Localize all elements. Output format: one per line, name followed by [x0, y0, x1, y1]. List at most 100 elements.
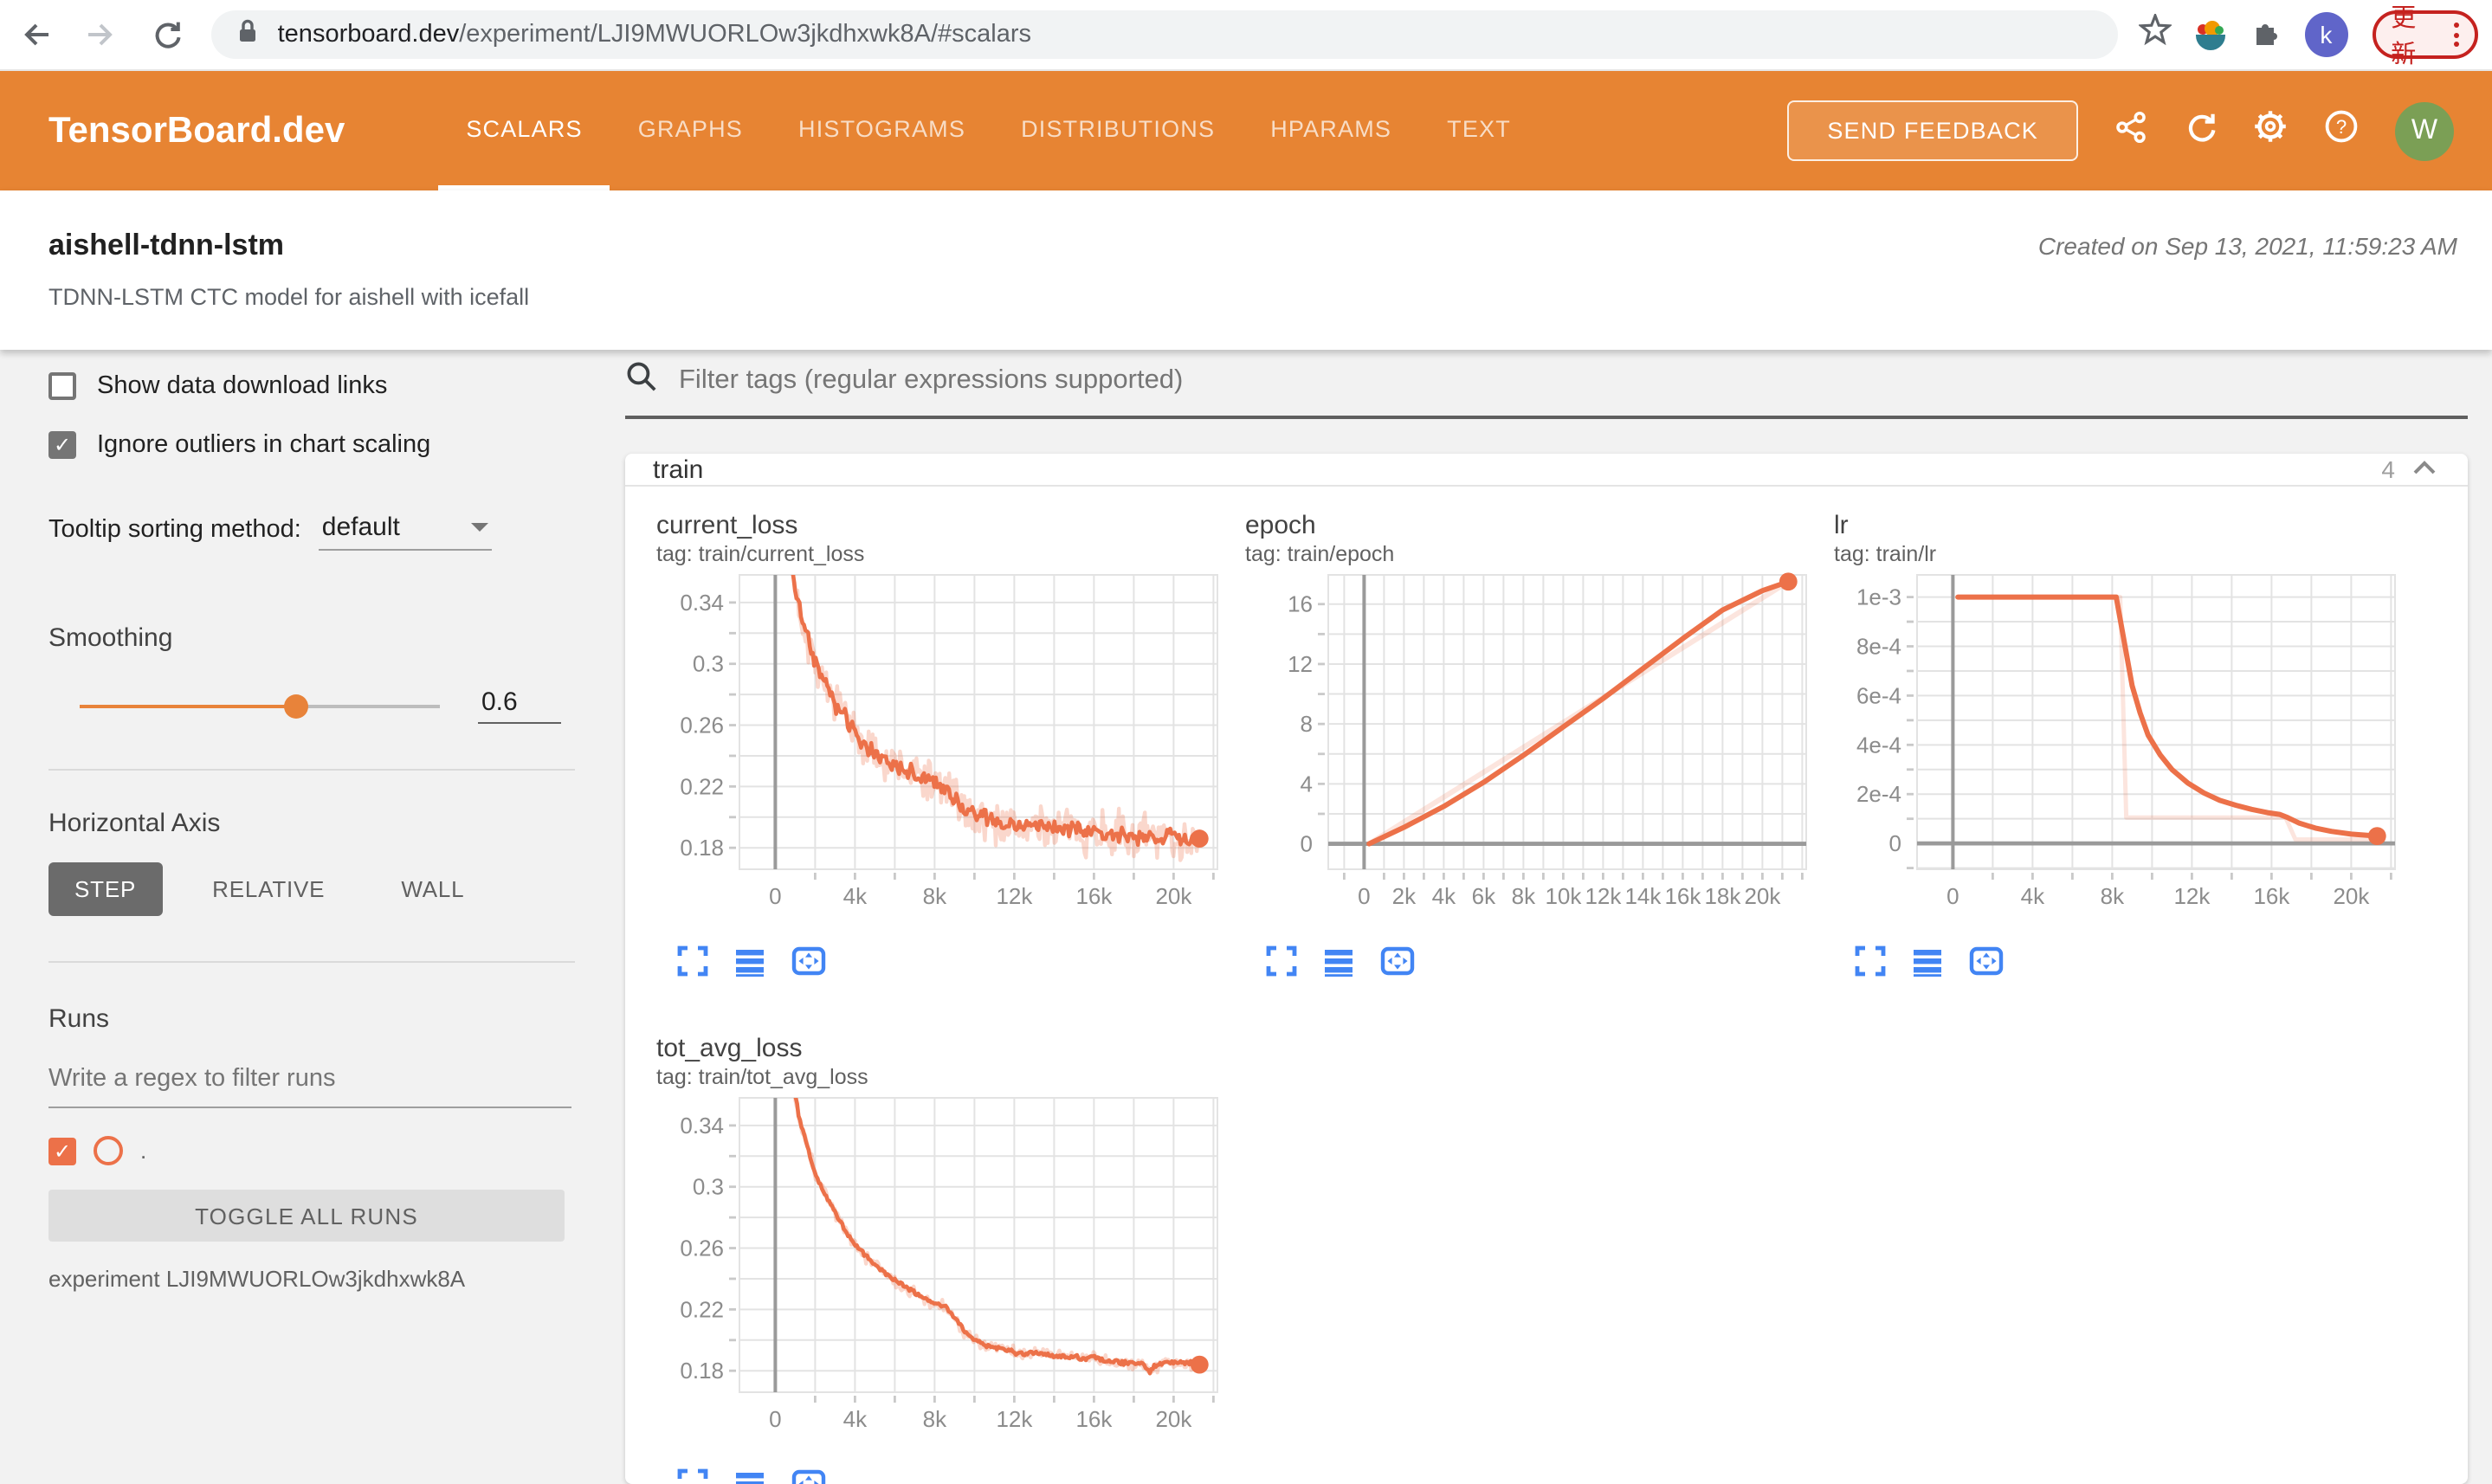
- browser-menu-icon[interactable]: [2453, 23, 2459, 47]
- data-download-icon[interactable]: [1912, 945, 1943, 985]
- chart-plot-epoch[interactable]: 0 2k 4k 6k 8k 10k 12k 14k 16k 18k 20k 0 4 8 12 16: [1245, 568, 1817, 932]
- tab-scalars[interactable]: SCALARS: [438, 71, 610, 190]
- charts-grid: current_loss tag: train/current_loss 0 4k 8k…: [625, 487, 2468, 1484]
- fit-domain-icon[interactable]: [1380, 945, 1415, 985]
- svg-text:18k: 18k: [1704, 883, 1741, 909]
- svg-text:20k: 20k: [1155, 1406, 1192, 1432]
- extension-fruitbowl-icon[interactable]: [2196, 20, 2226, 49]
- smoothing-slider[interactable]: [80, 694, 440, 718]
- page: tensorboard.dev/experiment/LJI9MWUORLOw3…: [0, 0, 2492, 1484]
- fullscreen-icon[interactable]: [1266, 945, 1297, 985]
- update-label: 更新: [2391, 5, 2417, 69]
- send-feedback-button[interactable]: SEND FEEDBACK: [1787, 100, 2078, 161]
- data-download-icon[interactable]: [1323, 945, 1354, 985]
- tab-graphs[interactable]: GRAPHS: [610, 71, 771, 190]
- svg-text:1e-3: 1e-3: [1856, 584, 1901, 610]
- show-download-links-label: Show data download links: [97, 372, 388, 400]
- tooltip-sorting-label: Tooltip sorting method:: [48, 516, 301, 544]
- group-name: train: [653, 455, 704, 484]
- svg-text:4k: 4k: [843, 883, 868, 909]
- forward-icon[interactable]: [72, 5, 130, 64]
- tab-histograms[interactable]: HISTOGRAMS: [771, 71, 993, 190]
- address-bar[interactable]: tensorboard.dev/experiment/LJI9MWUORLOw3…: [211, 10, 2119, 59]
- reload-icon[interactable]: [137, 5, 195, 64]
- svg-text:16k: 16k: [1075, 883, 1113, 909]
- run-name: .: [140, 1138, 147, 1164]
- app-header: TensorBoard.dev SCALARS GRAPHS HISTOGRAMS D…: [0, 71, 2492, 190]
- ignore-outliers-row[interactable]: ✓ Ignore outliers in chart scaling: [48, 423, 623, 468]
- horizontal-axis-buttons: STEP RELATIVE WALL: [48, 862, 623, 916]
- fit-domain-icon[interactable]: [1969, 945, 2004, 985]
- chart-toolbar: [677, 945, 1245, 985]
- toggle-all-runs-button[interactable]: TOGGLE ALL RUNS: [48, 1190, 565, 1242]
- share-icon[interactable]: [2114, 110, 2147, 152]
- svg-text:0: 0: [1889, 830, 1901, 856]
- help-icon[interactable]: ?: [2324, 109, 2359, 152]
- fullscreen-icon[interactable]: [677, 945, 708, 985]
- svg-text:0.26: 0.26: [680, 713, 724, 739]
- data-download-icon[interactable]: [734, 1468, 765, 1484]
- svg-text:6e-4: 6e-4: [1856, 682, 1901, 708]
- browser-update-button[interactable]: 更新: [2372, 5, 2478, 69]
- slider-thumb[interactable]: [283, 694, 308, 718]
- chart-toolbar: [677, 1468, 1245, 1484]
- fullscreen-icon[interactable]: [677, 1468, 708, 1484]
- tab-text[interactable]: TEXT: [1419, 71, 1539, 190]
- tag-filter-row: [625, 360, 2468, 419]
- chart-title: tot_avg_loss: [656, 1034, 803, 1063]
- ignore-outliers-checkbox[interactable]: ✓: [48, 431, 76, 459]
- svg-text:14k: 14k: [1624, 883, 1662, 909]
- fit-domain-icon[interactable]: [791, 1468, 826, 1484]
- svg-text:0: 0: [769, 883, 781, 909]
- svg-text:8k: 8k: [1512, 883, 1536, 909]
- axis-button-step[interactable]: STEP: [48, 862, 163, 916]
- axis-button-wall[interactable]: WALL: [375, 862, 490, 916]
- svg-text:0.22: 0.22: [680, 773, 724, 799]
- svg-text:0.22: 0.22: [680, 1296, 724, 1322]
- back-icon[interactable]: [7, 5, 65, 64]
- collapse-chevron-icon[interactable]: [2412, 454, 2437, 485]
- fit-domain-icon[interactable]: [791, 945, 826, 985]
- chart-plot-lr[interactable]: 0 4k 8k 12k 16k 20k 0 2e-4 4e-4 6e-4 8e-4 1e-3: [1834, 568, 2405, 932]
- chevron-down-icon: [470, 523, 488, 532]
- bookmark-star-icon[interactable]: [2138, 11, 2174, 55]
- show-download-links-checkbox[interactable]: [48, 372, 76, 400]
- tooltip-sorting-select[interactable]: default: [318, 513, 492, 551]
- smoothing-value-input[interactable]: [478, 687, 561, 724]
- chart-plot-current_loss[interactable]: 0 4k 8k 12k 16k 20k 0.18 0.22 0.26 0.3 0.34: [656, 568, 1228, 932]
- svg-text:16k: 16k: [1664, 883, 1701, 909]
- run-row[interactable]: ✓ .: [48, 1136, 623, 1165]
- tab-distributions[interactable]: DISTRIBUTIONS: [993, 71, 1243, 190]
- svg-text:20k: 20k: [1155, 883, 1192, 909]
- chart-plot-tot_avg_loss[interactable]: 0 4k 8k 12k 16k 20k 0.18 0.22 0.26 0.3 0.34: [656, 1091, 1228, 1455]
- data-download-icon[interactable]: [734, 945, 765, 985]
- experiment-id-line: experiment LJI9MWUORLOw3jkdhxwk8A: [48, 1266, 466, 1292]
- tab-hparams[interactable]: HPARAMS: [1243, 71, 1419, 190]
- fullscreen-icon[interactable]: [1855, 945, 1886, 985]
- axis-button-relative[interactable]: RELATIVE: [186, 862, 351, 916]
- runs-regex-input[interactable]: [48, 1058, 571, 1108]
- user-avatar[interactable]: W: [2395, 101, 2454, 160]
- chart-toolbar: [1855, 945, 2423, 985]
- svg-text:12k: 12k: [996, 883, 1033, 909]
- run-color-swatch[interactable]: [94, 1136, 123, 1165]
- divider: [48, 961, 575, 963]
- svg-text:16: 16: [1288, 591, 1313, 617]
- svg-text:4k: 4k: [1432, 883, 1456, 909]
- settings-gear-icon[interactable]: [2253, 109, 2288, 152]
- svg-text:10k: 10k: [1545, 883, 1582, 909]
- browser-profile-avatar[interactable]: k: [2304, 12, 2348, 57]
- tag-filter-input[interactable]: [675, 364, 2468, 398]
- show-download-links-row[interactable]: Show data download links: [48, 364, 623, 409]
- train-group-header[interactable]: train 4: [625, 454, 2468, 487]
- svg-text:6k: 6k: [1472, 883, 1496, 909]
- svg-text:2k: 2k: [1392, 883, 1417, 909]
- chart-card-lr: lr tag: train/lr 0 4k 8k 12k 16k 20k 0 2e-4 4e-4 6e…: [1834, 511, 2423, 985]
- extensions-puzzle-icon[interactable]: [2249, 15, 2280, 55]
- svg-text:0: 0: [1946, 883, 1959, 909]
- refresh-icon[interactable]: [2184, 110, 2217, 152]
- svg-text:4e-4: 4e-4: [1856, 732, 1901, 758]
- run-checkbox[interactable]: ✓: [48, 1137, 76, 1165]
- main-panel: train 4 current_losstag: train/current_l…: [625, 350, 2468, 1484]
- url-path: /experiment/LJI9MWUORLOw3jkdhxwk8A/#scal…: [459, 21, 1031, 48]
